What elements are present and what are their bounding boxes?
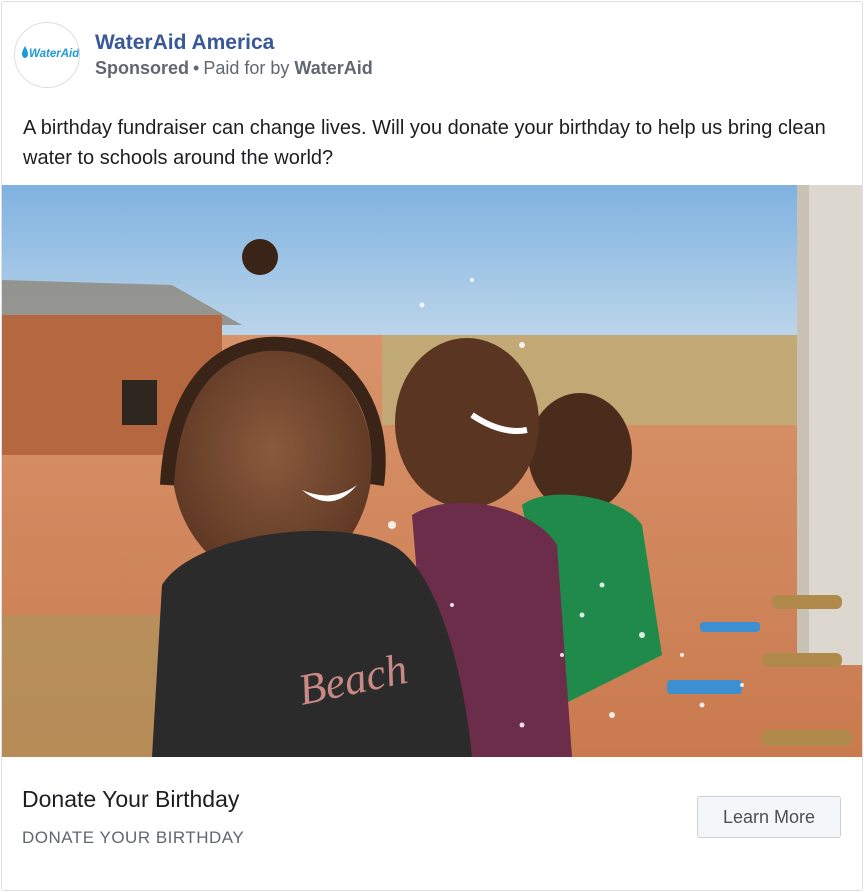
children-washing-hands-photo: Beach: [2, 185, 862, 757]
separator-dot: •: [193, 58, 200, 78]
paid-for-prefix: Paid for by: [203, 58, 290, 78]
link-headline[interactable]: Donate Your Birthday: [22, 786, 239, 813]
sponsored-line: Sponsored • Paid for by WaterAid: [95, 58, 373, 79]
link-preview[interactable]: Donate Your Birthday DONATE YOUR BIRTHDA…: [2, 757, 862, 890]
wateraid-logo: WaterAid: [15, 23, 79, 87]
page-name-link[interactable]: WaterAid America: [95, 31, 274, 55]
sponsored-post-card: WaterAid WaterAid America Sponsored • Paid…: [1, 1, 863, 891]
post-header: WaterAid WaterAid America Sponsored • Paid…: [2, 2, 862, 102]
link-description: DONATE YOUR BIRTHDAY: [22, 828, 245, 847]
ad-image[interactable]: Beach: [2, 185, 862, 757]
paid-for-name[interactable]: WaterAid: [294, 58, 372, 78]
post-body-text: A birthday fundraiser can change lives. …: [23, 117, 826, 169]
svg-text:WaterAid: WaterAid: [29, 48, 79, 60]
sponsored-label[interactable]: Sponsored: [95, 58, 189, 78]
learn-more-button[interactable]: Learn More: [697, 796, 841, 838]
page-avatar[interactable]: WaterAid: [14, 22, 80, 88]
